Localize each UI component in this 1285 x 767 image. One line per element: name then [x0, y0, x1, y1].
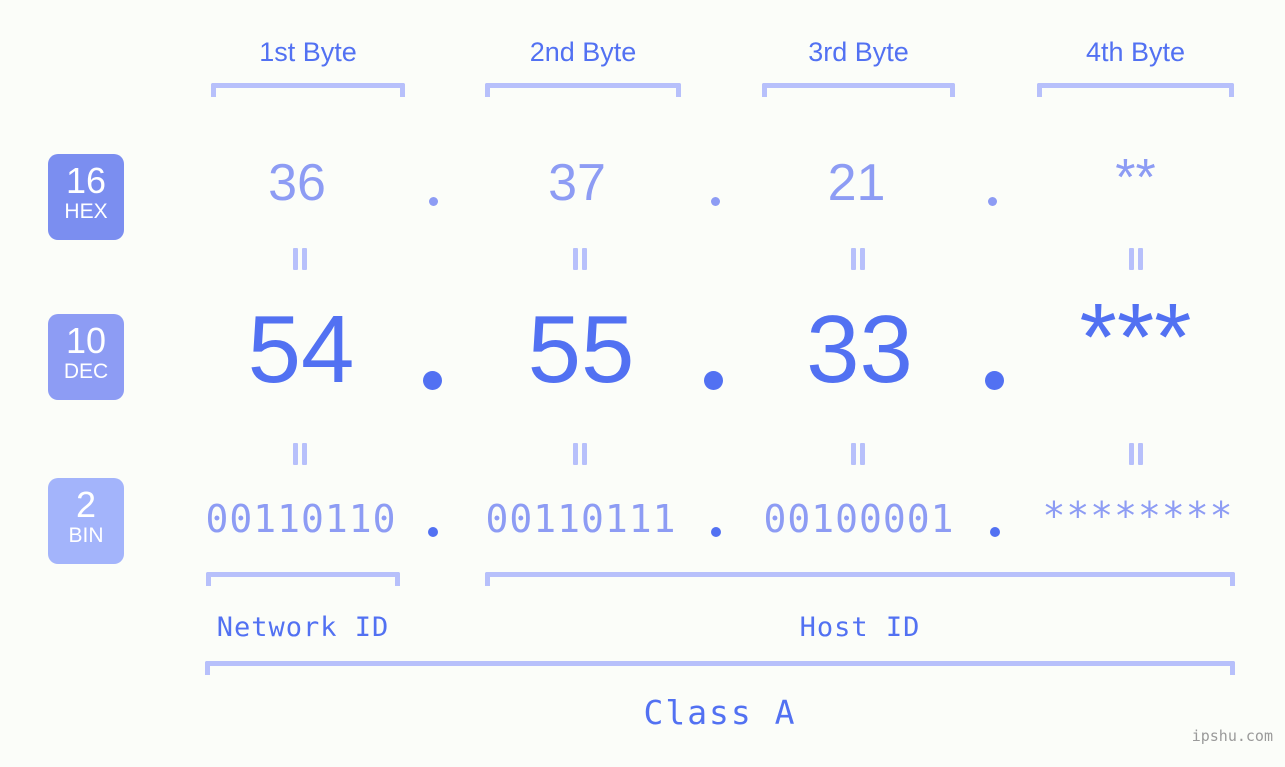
bin-byte-2: 00110111: [485, 497, 677, 541]
hex-separator-3: [988, 197, 997, 206]
equals-dec-bin-4: [1128, 443, 1144, 465]
hex-byte-3: 21: [827, 154, 886, 212]
equals-hex-dec-2: [572, 248, 588, 270]
byte-header-1: 1st Byte: [259, 37, 357, 67]
base-badge-hex-name: HEX: [64, 200, 108, 223]
hex-byte-1: 36: [268, 154, 326, 212]
equals-hex-dec-4: [1128, 248, 1144, 270]
byte-bracket-4: [1037, 83, 1234, 97]
dec-byte-4: ***: [1079, 284, 1192, 391]
base-badge-dec-number: 10: [65, 320, 107, 361]
dec-separator-2: [704, 371, 723, 390]
base-badge-dec[interactable]: 10 DEC: [48, 314, 124, 400]
equals-hex-dec-1: [292, 248, 308, 270]
host-id-label: Host ID: [799, 612, 921, 643]
base-badge-bin-number: 2: [75, 484, 97, 525]
base-badge-bin[interactable]: 2 BIN: [48, 478, 124, 564]
equals-dec-bin-1: [292, 443, 308, 465]
base-badge-bin-name: BIN: [68, 524, 104, 547]
class-label: Class A: [643, 693, 797, 732]
base-badge-dec-name: DEC: [63, 360, 109, 383]
dec-separator-1: [423, 371, 442, 390]
byte-header-4: 4th Byte: [1085, 37, 1186, 67]
equals-hex-dec-3: [850, 248, 866, 270]
byte-bracket-2: [485, 83, 681, 97]
class-bracket: [205, 661, 1235, 675]
diagram-canvas: 1st Byte 2nd Byte 3rd Byte 4th Byte 16 H…: [0, 0, 1285, 767]
bin-byte-1: 00110110: [205, 497, 397, 541]
network-id-bracket: [206, 572, 400, 586]
byte-header-2: 2nd Byte: [529, 37, 637, 67]
equals-dec-bin-3: [850, 443, 866, 465]
bin-byte-4: ********: [1042, 494, 1234, 538]
bin-separator-1: [428, 527, 438, 537]
hex-separator-1: [429, 197, 438, 206]
equals-dec-bin-2: [572, 443, 588, 465]
base-badge-hex-number: 16: [65, 160, 107, 201]
host-id-bracket: [485, 572, 1235, 586]
hex-byte-4: **: [1115, 149, 1156, 207]
base-badge-hex[interactable]: 16 HEX: [48, 154, 124, 240]
watermark: ipshu.com: [1191, 727, 1273, 745]
byte-bracket-3: [762, 83, 955, 97]
bin-byte-3: 00100001: [763, 497, 955, 541]
byte-bracket-1: [211, 83, 405, 97]
bin-separator-2: [711, 527, 721, 537]
bin-separator-3: [990, 527, 1000, 537]
dec-byte-1: 54: [247, 296, 355, 403]
dec-separator-3: [985, 371, 1004, 390]
dec-byte-2: 55: [527, 296, 635, 403]
hex-separator-2: [711, 197, 720, 206]
dec-byte-3: 33: [806, 296, 913, 403]
byte-header-3: 3rd Byte: [808, 37, 909, 67]
network-id-label: Network ID: [216, 612, 390, 643]
hex-byte-2: 37: [548, 154, 606, 212]
